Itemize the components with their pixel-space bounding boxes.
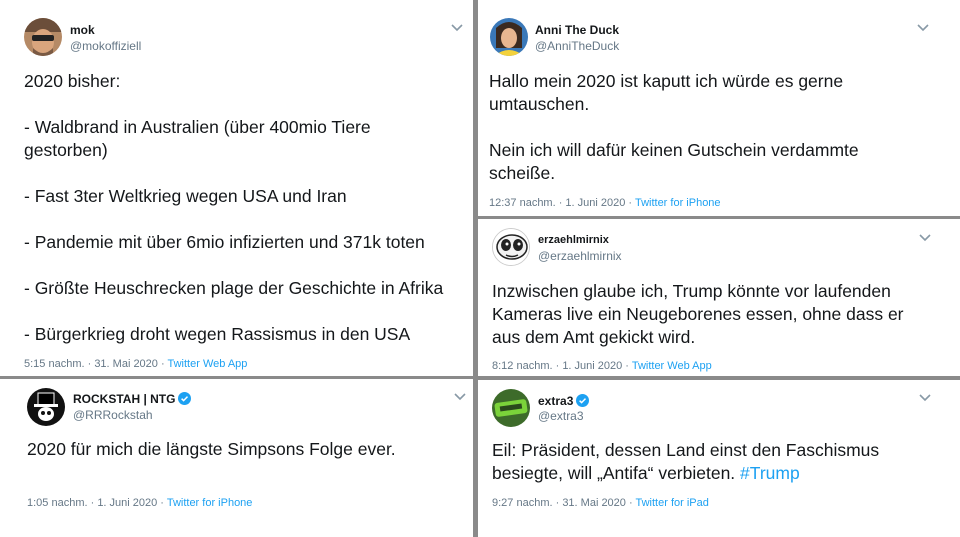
tweet-line: - Waldbrand in Australien (über 400mio T… [24,117,371,137]
tweet-line: - Pandemie mit über 6mio infizierten und… [24,232,425,252]
tweet-mok[interactable]: mok @mokoffiziell 2020 bisher: - Waldbra… [10,8,470,374]
author-handle[interactable]: @erzaehlmirnix [538,249,622,263]
verified-badge-icon [576,394,590,410]
tweet-line: Kameras live ein Neugeborenes essen, ohn… [492,304,904,324]
tweet-timestamp[interactable]: 5:15 nachm. · 31. Mai 2020 · [24,358,168,370]
tweet-line: aus dem Amt gekickt wird. [492,327,696,347]
horizontal-divider-left [0,376,473,379]
chevron-down-icon[interactable] [453,392,467,402]
chevron-down-icon[interactable] [450,23,464,33]
author-name-text[interactable]: extra3 [538,394,573,408]
tweet-source-link[interactable]: Twitter for iPad [636,497,709,509]
horizontal-divider-right-top [478,216,960,219]
verified-badge-icon [178,392,192,408]
tweet-text: Eil: Präsident, dessen Land einst den Fa… [492,439,879,485]
author-handle[interactable]: @RRRockstah [73,408,153,422]
tweet-text: Hallo mein 2020 ist kaputt ich würde es … [489,70,859,185]
author-name[interactable]: extra3 [538,394,590,410]
tweet-meta: 9:27 nachm. · 31. Mai 2020 · Twitter for… [492,497,709,509]
tweet-meta: 8:12 nachm. · 1. Juni 2020 · Twitter Web… [492,360,712,372]
person-with-glasses-avatar[interactable] [24,18,62,56]
tweet-line [24,162,443,185]
author-name[interactable]: Anni The Duck [535,23,619,37]
tweet-line: - Fast 3ter Weltkrieg wegen USA und Iran [24,186,347,206]
tweet-line: - Größte Heuschrecken plage der Geschich… [24,278,444,298]
tweet-line: Nein ich will dafür keinen Gutschein ver… [489,140,859,160]
horizontal-divider-right-bottom [478,376,960,380]
tweet-timestamp[interactable]: 12:37 nachm. · 1. Juni 2020 · [489,197,635,209]
tweet-line: Inzwischen glaube ich, Trump könnte vor … [492,281,891,301]
tweet-line [24,300,443,323]
top-hat-skull-avatar[interactable] [27,388,65,426]
author-name[interactable]: mok [70,23,95,37]
tweet-text: Inzwischen glaube ich, Trump könnte vor … [492,280,904,349]
tweet-line: Hallo mein 2020 ist kaputt ich würde es … [489,71,844,91]
tweet-source-link[interactable]: Twitter for iPhone [167,497,253,509]
author-name[interactable]: ROCKSTAH | NTG [73,392,192,408]
author-handle[interactable]: @extra3 [538,409,584,423]
tweet-line: - Bürgerkrieg droht wegen Rassismus in d… [24,324,411,344]
tweet-anni-the-duck[interactable]: Anni The Duck @AnniTheDuck Hallo mein 20… [478,8,948,214]
tweet-line: scheiße. [489,163,556,183]
tweet-line [489,116,859,139]
tweet-timestamp[interactable]: 9:27 nachm. · 31. Mai 2020 · [492,497,636,509]
tweet-line: Eil: Präsident, dessen Land einst den Fa… [492,440,880,460]
hashtag-link[interactable]: #Trump [740,463,800,483]
extra3-logo-avatar[interactable] [492,389,530,427]
tweet-line [24,93,443,116]
tweet-source-link[interactable]: Twitter for iPhone [635,197,721,209]
tweet-meta: 5:15 nachm. · 31. Mai 2020 · Twitter Web… [24,358,247,370]
tweet-line [24,208,443,231]
tweet-erzaehlmirnix[interactable]: erzaehlmirnix @erzaehlmirnix Inzwischen … [478,220,948,374]
tweet-meta: 1:05 nachm. · 1. Juni 2020 · Twitter for… [27,497,252,509]
cartoon-face-avatar[interactable] [492,228,530,266]
tweet-timestamp[interactable]: 1:05 nachm. · 1. Juni 2020 · [27,497,167,509]
author-name[interactable]: erzaehlmirnix [538,234,609,246]
tweet-line: umtauschen. [489,94,590,114]
tweet-line: 2020 für mich die längste Simpsons Folge… [27,439,396,459]
author-name-text[interactable]: ROCKSTAH | NTG [73,392,175,406]
tweet-meta: 12:37 nachm. · 1. Juni 2020 · Twitter fo… [489,197,721,209]
tweet-text: 2020 für mich die längste Simpsons Folge… [27,438,396,461]
tweet-line: 2020 bisher: [24,71,121,91]
tweet-text: 2020 bisher: - Waldbrand in Australien (… [24,70,443,346]
tweet-source-link[interactable]: Twitter Web App [632,360,712,372]
chevron-down-icon[interactable] [918,233,932,243]
tweet-timestamp[interactable]: 8:12 nachm. · 1. Juni 2020 · [492,360,632,372]
tweet-line: besiegte, will „Antifa“ verbieten. [492,463,741,483]
author-handle[interactable]: @mokoffiziell [70,39,141,53]
chevron-down-icon[interactable] [916,23,930,33]
tweet-extra3[interactable]: extra3 @extra3 Eil: Präsident, dessen La… [478,381,948,529]
tweet-line: gestorben) [24,140,108,160]
author-handle[interactable]: @AnniTheDuck [535,39,619,53]
tweet-rockstah[interactable]: ROCKSTAH | NTG @RRRockstah 2020 für mich… [10,380,470,530]
chevron-down-icon[interactable] [918,393,932,403]
woman-avatar[interactable] [490,18,528,56]
tweet-line [24,254,443,277]
tweet-source-link[interactable]: Twitter Web App [168,358,248,370]
